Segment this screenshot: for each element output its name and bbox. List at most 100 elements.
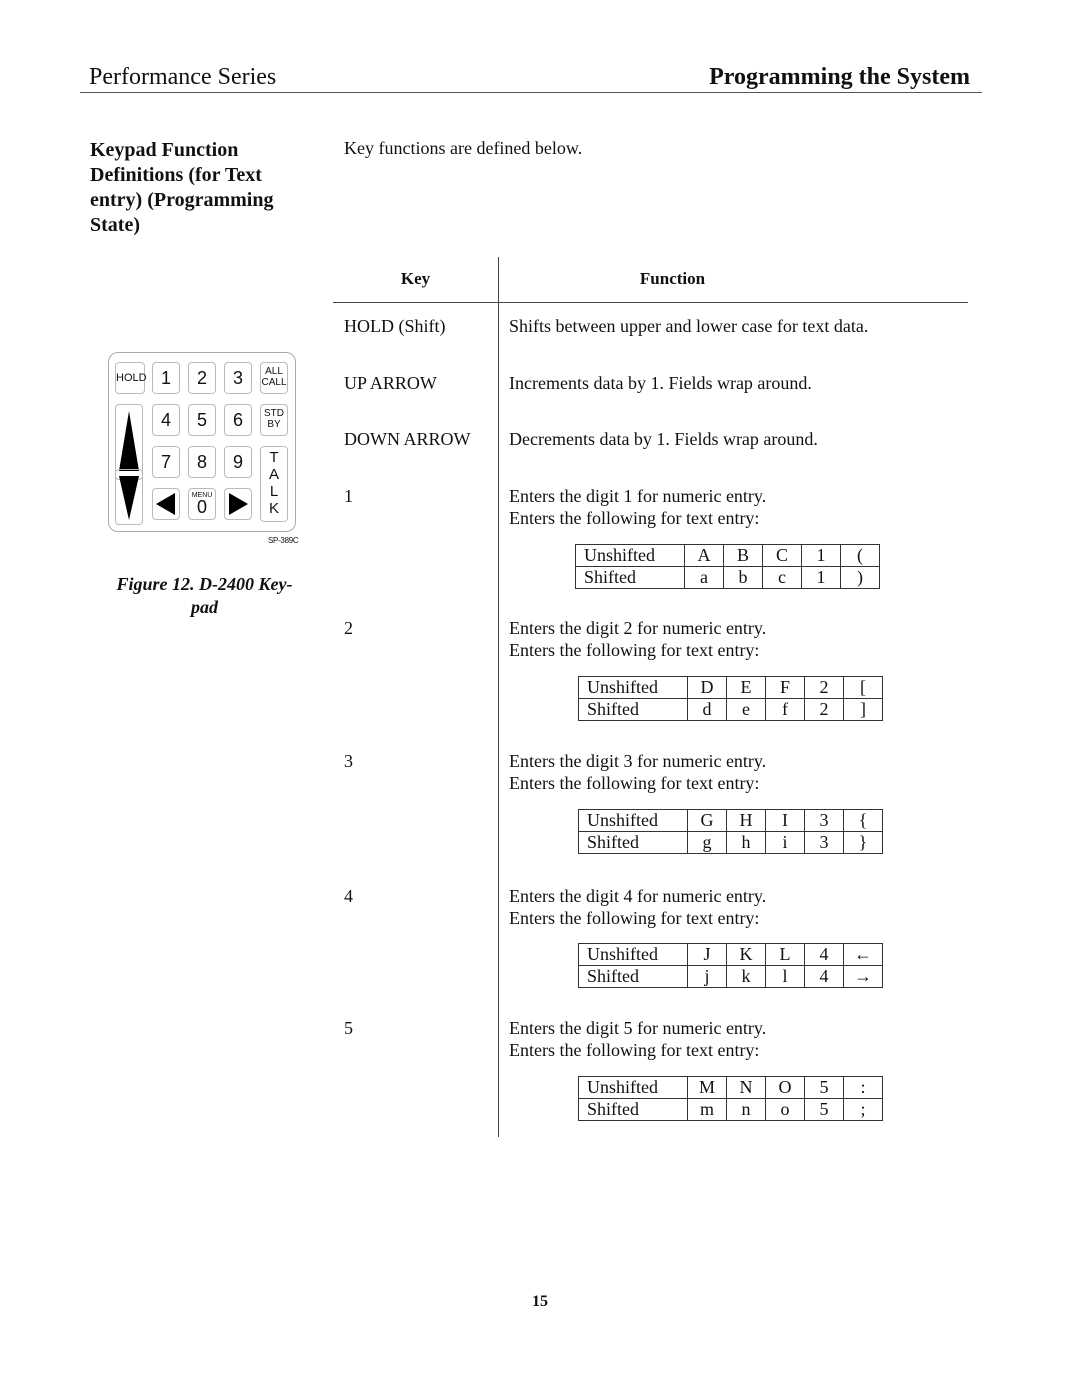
standby-key: STD BY — [260, 404, 288, 436]
header-chapter-title: Programming the System — [709, 64, 970, 90]
char-cell: 2 — [804, 676, 844, 699]
char-cell: d — [687, 698, 727, 721]
key-4: 4 — [152, 404, 180, 436]
figure-caption-line2: pad — [191, 597, 218, 617]
char-cell: I — [765, 809, 805, 832]
char-cell: 4 — [804, 965, 844, 988]
row-key: 4 — [344, 886, 353, 906]
char-cell: C — [762, 544, 802, 567]
char-cell: [ — [843, 676, 883, 699]
row-key: 2 — [344, 618, 353, 638]
unshifted-row: Unshifted G H I 3 { — [578, 809, 883, 832]
char-cell: 4 — [804, 943, 844, 966]
unshifted-label: Unshifted — [578, 809, 688, 832]
char-cell: c — [762, 566, 802, 589]
unshifted-label: Unshifted — [578, 943, 688, 966]
key-1: 1 — [152, 362, 180, 394]
header-rule — [80, 92, 982, 93]
char-table-key-2: Unshifted D E F 2 [ Shifted d e f 2 ] — [578, 676, 883, 721]
char-cell: 2 — [804, 698, 844, 721]
all-call-key: ALL CALL — [260, 362, 288, 394]
row-function: Enters the digit 4 for numeric entry. En… — [509, 885, 766, 929]
char-cell: n — [726, 1098, 766, 1121]
talk-letter: T — [269, 449, 279, 466]
row-function: Enters the digit 2 for numeric entry. En… — [509, 617, 766, 661]
keypad-figure: HOLD 1 2 3 ALL CALL 4 5 6 STD BY 7 8 9 T… — [108, 352, 296, 532]
char-table-key-3: Unshifted G H I 3 { Shifted g h i 3 } — [578, 809, 883, 854]
left-arrow-key — [152, 488, 180, 520]
key-5: 5 — [188, 404, 216, 436]
row-function: Shifts between upper and lower case for … — [509, 316, 869, 336]
char-cell: O — [765, 1076, 805, 1099]
row-function: Increments data by 1. Fields wrap around… — [509, 373, 812, 393]
numeric-entry-text: Enters the digit 4 for numeric entry. — [509, 886, 767, 906]
char-table-key-4: Unshifted J K L 4 ← Shifted j k l 4 → — [578, 943, 883, 988]
standby-label-1: STD — [264, 408, 284, 419]
char-cell: ] — [843, 698, 883, 721]
unshifted-label: Unshifted — [578, 676, 688, 699]
shifted-row: Shifted d e f 2 ] — [578, 698, 883, 721]
talk-letter: A — [268, 466, 279, 483]
char-cell: E — [726, 676, 766, 699]
unshifted-row: Unshifted D E F 2 [ — [578, 676, 883, 699]
unshifted-row: Unshifted J K L 4 ← — [578, 943, 883, 966]
char-cell: g — [687, 831, 727, 854]
row-function: Enters the digit 1 for numeric entry. En… — [509, 485, 766, 529]
shifted-label: Shifted — [575, 566, 685, 589]
char-cell: 5 — [804, 1098, 844, 1121]
left-arrow-icon — [156, 493, 175, 515]
shifted-label: Shifted — [578, 831, 688, 854]
key-8: 8 — [188, 446, 216, 478]
char-cell: G — [687, 809, 727, 832]
char-cell: e — [726, 698, 766, 721]
char-cell: 1 — [801, 566, 841, 589]
char-cell: k — [726, 965, 766, 988]
char-cell: o — [765, 1098, 805, 1121]
all-call-label-1: ALL — [265, 366, 283, 377]
char-cell: a — [684, 566, 724, 589]
char-cell: : — [843, 1076, 883, 1099]
column-header-key: Key — [400, 269, 431, 288]
char-cell: 5 — [804, 1076, 844, 1099]
char-table-key-1: Unshifted A B C 1 ( Shifted a b c 1 ) — [575, 544, 880, 589]
key-0-menu: MENU 0 — [188, 488, 216, 520]
row-function: Decrements data by 1. Fields wrap around… — [509, 429, 818, 449]
text-entry-text: Enters the following for text entry: — [509, 773, 760, 793]
shifted-row: Shifted a b c 1 ) — [575, 566, 880, 589]
right-arrow-icon — [229, 493, 248, 515]
figure-code: SP-389C — [268, 536, 299, 545]
char-cell: h — [726, 831, 766, 854]
shifted-label: Shifted — [578, 698, 688, 721]
talk-key: T A L K — [260, 446, 288, 522]
row-key: DOWN ARROW — [344, 429, 471, 449]
char-cell: } — [843, 831, 883, 854]
header-divider — [333, 302, 968, 303]
row-key: 3 — [344, 751, 353, 771]
row-function: Enters the digit 3 for numeric entry. En… — [509, 750, 766, 794]
char-cell: ( — [840, 544, 880, 567]
section-intro: Key functions are defined below. — [344, 138, 583, 158]
hold-key: HOLD — [115, 362, 147, 394]
char-cell: H — [726, 809, 766, 832]
key-6: 6 — [224, 404, 252, 436]
char-cell: b — [723, 566, 763, 589]
char-cell: i — [765, 831, 805, 854]
row-key: 1 — [344, 486, 353, 506]
char-cell: m — [687, 1098, 727, 1121]
char-cell: 3 — [804, 831, 844, 854]
char-cell: { — [843, 809, 883, 832]
char-cell: L — [765, 943, 805, 966]
row-function: Enters the digit 5 for numeric entry. En… — [509, 1017, 766, 1061]
key-3: 3 — [224, 362, 252, 394]
key-9: 9 — [224, 446, 252, 478]
char-cell: 3 — [804, 809, 844, 832]
figure-caption: Figure 12. D-2400 Key- pad — [92, 573, 317, 619]
char-cell: K — [726, 943, 766, 966]
all-call-label-2: CALL — [261, 377, 287, 388]
char-cell: A — [684, 544, 724, 567]
char-cell: 1 — [801, 544, 841, 567]
unshifted-label: Unshifted — [578, 1076, 688, 1099]
row-key: UP ARROW — [344, 373, 437, 393]
header-series-title: Performance Series — [89, 64, 277, 90]
key-2: 2 — [188, 362, 216, 394]
